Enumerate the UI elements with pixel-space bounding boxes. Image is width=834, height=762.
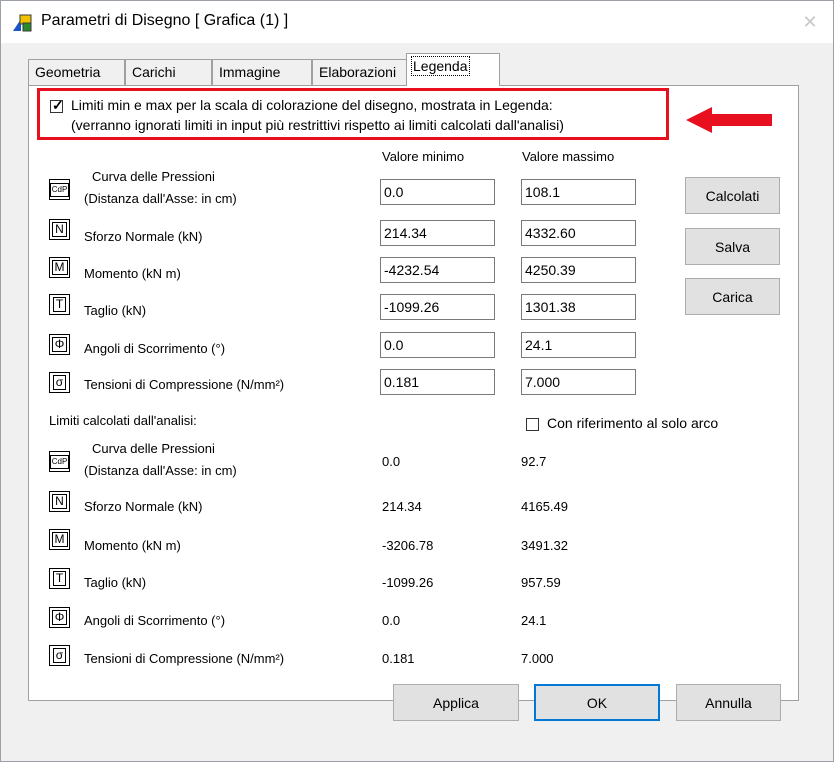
row-sublabel: (Distanza dall'Asse: in cm) xyxy=(84,191,237,206)
column-header-max: Valore massimo xyxy=(522,149,615,164)
slip-angle-min-input[interactable]: 0.0 xyxy=(380,332,495,358)
computed-max-value: 957.59 xyxy=(521,575,561,590)
shear-icon: T xyxy=(49,294,70,315)
app-icon xyxy=(13,14,32,32)
applica-button[interactable]: Applica xyxy=(393,684,519,721)
annulla-button[interactable]: Annulla xyxy=(676,684,781,721)
row-label: Momento (kN m) xyxy=(84,538,181,553)
salva-button[interactable]: Salva xyxy=(685,228,780,265)
tab-legenda[interactable]: Legenda xyxy=(406,53,500,86)
row-label: Tensioni di Compressione (N/mm²) xyxy=(84,377,285,392)
row-label: Taglio (kN) xyxy=(84,575,147,590)
close-icon[interactable]: ✕ xyxy=(787,1,833,43)
carica-button[interactable]: Carica xyxy=(685,278,780,315)
pressure-curve-min-input[interactable]: 0.0 xyxy=(380,179,495,205)
computed-max-value: 3491.32 xyxy=(521,538,568,553)
ok-button[interactable]: OK xyxy=(534,684,660,721)
row-label: Sforzo Normale (kN) xyxy=(84,229,203,244)
phi-icon: Φ xyxy=(49,607,70,628)
slip-angle-max-input[interactable]: 24.1 xyxy=(521,332,636,358)
dialog-window: Parametri di Disegno [ Grafica (1) ] ✕ G… xyxy=(0,0,834,762)
legend-limits-label: Limiti min e max per la scala di coloraz… xyxy=(71,97,553,113)
shear-max-input[interactable]: 1301.38 xyxy=(521,294,636,320)
normal-force-icon: N xyxy=(49,219,70,240)
pressure-curve-max-input[interactable]: 108.1 xyxy=(521,179,636,205)
tab-geometria[interactable]: Geometria xyxy=(28,59,125,85)
computed-min-value: -1099.26 xyxy=(382,575,434,590)
computed-min-value: 0.0 xyxy=(382,454,401,469)
moment-icon: M xyxy=(49,529,70,550)
computed-max-value: 92.7 xyxy=(521,454,547,469)
computed-heading: Limiti calcolati dall'analisi: xyxy=(49,413,197,428)
legend-limits-note: (verranno ignorati limiti in input più r… xyxy=(71,117,564,133)
pressure-curve-icon: CdP xyxy=(49,179,70,200)
sigma-icon: σ xyxy=(49,372,70,393)
row-label: Angoli di Scorrimento (°) xyxy=(84,341,226,356)
row-label: Angoli di Scorrimento (°) xyxy=(84,613,226,628)
legend-limits-checkbox[interactable]: ✓ xyxy=(50,97,64,113)
row-label: Taglio (kN) xyxy=(84,303,147,318)
red-arrow-icon xyxy=(686,107,772,133)
compression-min-input[interactable]: 0.181 xyxy=(380,369,495,395)
normal-force-min-input[interactable]: 214.34 xyxy=(380,220,495,246)
pressure-curve-icon: CdP xyxy=(49,451,70,472)
sigma-icon: σ xyxy=(49,645,70,666)
normal-force-icon: N xyxy=(49,491,70,512)
moment-min-input[interactable]: -4232.54 xyxy=(380,257,495,283)
shear-icon: T xyxy=(49,568,70,589)
computed-max-value: 4165.49 xyxy=(521,499,568,514)
calcolati-button[interactable]: Calcolati xyxy=(685,177,780,214)
tab-immagine[interactable]: Immagine xyxy=(212,59,312,85)
computed-min-value: 0.181 xyxy=(382,651,415,666)
shear-min-input[interactable]: -1099.26 xyxy=(380,294,495,320)
moment-icon: M xyxy=(49,257,70,278)
phi-icon: Φ xyxy=(49,334,70,355)
computed-min-value: 214.34 xyxy=(382,499,422,514)
window-title: Parametri di Disegno [ Grafica (1) ] xyxy=(41,12,289,29)
row-sublabel: (Distanza dall'Asse: in cm) xyxy=(84,463,237,478)
row-label: Momento (kN m) xyxy=(84,266,181,281)
tab-carichi[interactable]: Carichi xyxy=(125,59,212,85)
compression-max-input[interactable]: 7.000 xyxy=(521,369,636,395)
row-label: Curva delle Pressioni xyxy=(92,169,215,184)
row-label: Tensioni di Compressione (N/mm²) xyxy=(84,651,285,666)
computed-min-value: 0.0 xyxy=(382,613,401,628)
column-header-min: Valore minimo xyxy=(382,149,465,164)
title-bar: Parametri di Disegno [ Grafica (1) ] ✕ xyxy=(1,1,833,43)
row-label: Sforzo Normale (kN) xyxy=(84,499,203,514)
moment-max-input[interactable]: 4250.39 xyxy=(521,257,636,283)
computed-min-value: -3206.78 xyxy=(382,538,434,553)
normal-force-max-input[interactable]: 4332.60 xyxy=(521,220,636,246)
row-label: Curva delle Pressioni xyxy=(92,441,215,456)
tab-elaborazioni[interactable]: Elaborazioni xyxy=(312,59,412,85)
computed-max-value: 7.000 xyxy=(521,651,554,666)
arc-only-label: Con riferimento al solo arco xyxy=(547,415,719,431)
computed-max-value: 24.1 xyxy=(521,613,547,628)
arc-only-checkbox[interactable] xyxy=(526,418,539,431)
